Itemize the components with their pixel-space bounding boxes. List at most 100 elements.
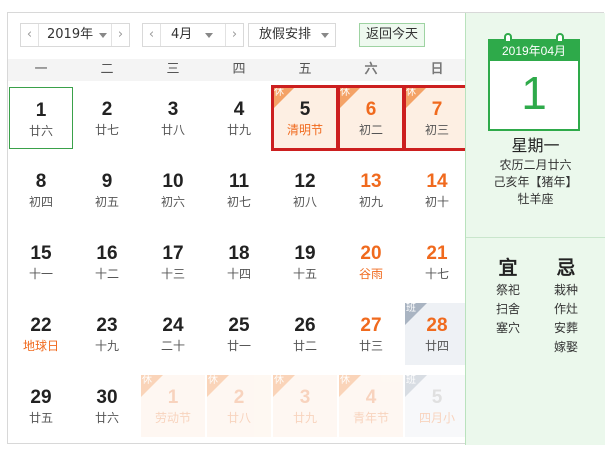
suitable-item: 扫舍: [495, 302, 520, 316]
day-cell[interactable]: 休 2 廿八: [207, 375, 271, 437]
lunar-label: 初七: [226, 195, 251, 209]
chevron-down-icon: [205, 33, 213, 38]
next-year-button[interactable]: ›: [111, 24, 129, 46]
lunar-label: 廿六: [94, 411, 119, 425]
holiday-selector[interactable]: 放假安排: [248, 23, 336, 47]
day-cell[interactable]: 休 3 廿九: [273, 375, 337, 437]
day-cell[interactable]: 24 二十: [141, 303, 205, 365]
lunar-label: 初九: [358, 195, 383, 209]
day-number: 13: [360, 171, 382, 192]
day-cell[interactable]: 13 初九: [339, 159, 403, 221]
prev-year-button[interactable]: ‹: [21, 24, 39, 46]
day-number: 24: [162, 315, 184, 336]
day-number: 29: [30, 387, 52, 408]
year-selector[interactable]: ‹ 2019年 ›: [20, 23, 130, 47]
day-cell[interactable]: 21 十七: [405, 231, 469, 293]
calendar-icon-header: 2019年04月: [490, 41, 578, 61]
day-number: 3: [167, 99, 179, 120]
weekday-label: 六: [364, 62, 378, 77]
lunar-label: 廿一: [226, 339, 251, 353]
avoid-item: 栽种: [553, 283, 578, 297]
calendar-icon: 2019年04月 1: [488, 33, 580, 131]
chevron-down-icon: [321, 33, 329, 38]
date-info-panel: 2019年04月 1 星期一 农历二月廿六 己亥年【猪年】 牡羊座 宜 祭祀 扫舍…: [465, 13, 605, 445]
lunar-label: 十一: [28, 267, 53, 281]
day-cell[interactable]: 14 初十: [405, 159, 469, 221]
suitable-list: 宜 祭祀 扫舍 塞穴: [478, 255, 538, 338]
day-cell[interactable]: 25 廿一: [207, 303, 271, 365]
next-month-button[interactable]: ›: [225, 24, 243, 46]
calendar-widget: ‹ 2019年 › ‹ 4月 › 放假安排 返回今天 一 二 三 四 五 六 日 1 廿六 2 廿…: [7, 12, 605, 445]
lunar-label: 廿八: [160, 123, 185, 137]
day-cell[interactable]: 班 5 四月小: [405, 375, 469, 437]
avoid-item: 作灶: [553, 302, 578, 316]
day-number: 15: [30, 243, 52, 264]
badge-label: 休: [142, 375, 152, 386]
day-cell[interactable]: 休 5 清明节: [273, 87, 337, 149]
lunar-label: 初三: [424, 123, 449, 137]
badge-label: 班: [406, 303, 416, 314]
day-cell[interactable]: 休 1 劳动节: [141, 375, 205, 437]
day-cell[interactable]: 1 廿六: [9, 87, 73, 149]
lunar-label: 廿五: [28, 411, 53, 425]
day-cell[interactable]: 4 廿九: [207, 87, 271, 149]
chevron-down-icon: [99, 33, 107, 38]
day-cell[interactable]: 27 廿三: [339, 303, 403, 365]
day-cell[interactable]: 29 廿五: [9, 375, 73, 437]
month-value[interactable]: 4月: [171, 24, 192, 46]
day-cell[interactable]: 20 谷雨: [339, 231, 403, 293]
day-cell[interactable]: 班 28 廿四: [405, 303, 469, 365]
lunar-label: 廿六: [28, 124, 53, 138]
day-cell[interactable]: 休 4 青年节: [339, 375, 403, 437]
day-number: 12: [294, 171, 316, 192]
day-cell[interactable]: 16 十二: [75, 231, 139, 293]
badge-label: 休: [406, 87, 416, 98]
lunar-label: 十七: [424, 267, 449, 281]
lunar-label: 廿九: [292, 411, 317, 425]
day-number: 9: [101, 171, 113, 192]
day-cell[interactable]: 休 7 初三: [405, 87, 469, 149]
lunar-label: 初二: [358, 123, 383, 137]
back-to-today-button[interactable]: 返回今天: [359, 23, 425, 47]
suitable-item: 祭祀: [495, 283, 520, 297]
selected-weekday: 星期一: [511, 136, 560, 155]
lunar-label: 清明节: [286, 123, 323, 137]
lunar-date: 农历二月廿六: [499, 158, 572, 172]
day-cell[interactable]: 26 廿二: [273, 303, 337, 365]
day-number: 25: [228, 315, 250, 336]
prev-month-button[interactable]: ‹: [143, 24, 161, 46]
day-cell[interactable]: 15 十一: [9, 231, 73, 293]
weekday-label: 三: [166, 62, 180, 77]
holiday-value[interactable]: 放假安排: [259, 24, 311, 46]
day-number: 14: [426, 171, 448, 192]
day-cell[interactable]: 30 廿六: [75, 375, 139, 437]
day-cell[interactable]: 休 6 初二: [339, 87, 403, 149]
day-cell[interactable]: 23 十九: [75, 303, 139, 365]
day-cell[interactable]: 18 十四: [207, 231, 271, 293]
day-cell[interactable]: 8 初四: [9, 159, 73, 221]
panel-divider: [466, 237, 605, 238]
year-value[interactable]: 2019年: [47, 24, 93, 46]
day-cell[interactable]: 3 廿八: [141, 87, 205, 149]
weekday-label: 四: [232, 62, 246, 77]
day-cell[interactable]: 2 廿七: [75, 87, 139, 149]
month-selector[interactable]: ‹ 4月 ›: [142, 23, 244, 47]
day-number: 19: [294, 243, 316, 264]
lunar-label: 初六: [160, 195, 185, 209]
lunar-label: 劳动节: [154, 411, 191, 425]
day-cell[interactable]: 22 地球日: [9, 303, 73, 365]
day-cell[interactable]: 10 初六: [141, 159, 205, 221]
lunar-label: 地球日: [22, 339, 59, 353]
day-cell[interactable]: 11 初七: [207, 159, 271, 221]
day-cell[interactable]: 12 初八: [273, 159, 337, 221]
day-cell[interactable]: 19 十五: [273, 231, 337, 293]
lunar-label: 十三: [160, 267, 185, 281]
day-cell[interactable]: 9 初五: [75, 159, 139, 221]
day-cell[interactable]: 17 十三: [141, 231, 205, 293]
day-number: 16: [96, 243, 118, 264]
badge-label: 休: [340, 87, 350, 98]
lunar-label: 廿七: [94, 123, 119, 137]
weekday-label: 日: [430, 62, 444, 77]
day-number: 26: [294, 315, 316, 336]
badge-label: 休: [208, 375, 218, 386]
